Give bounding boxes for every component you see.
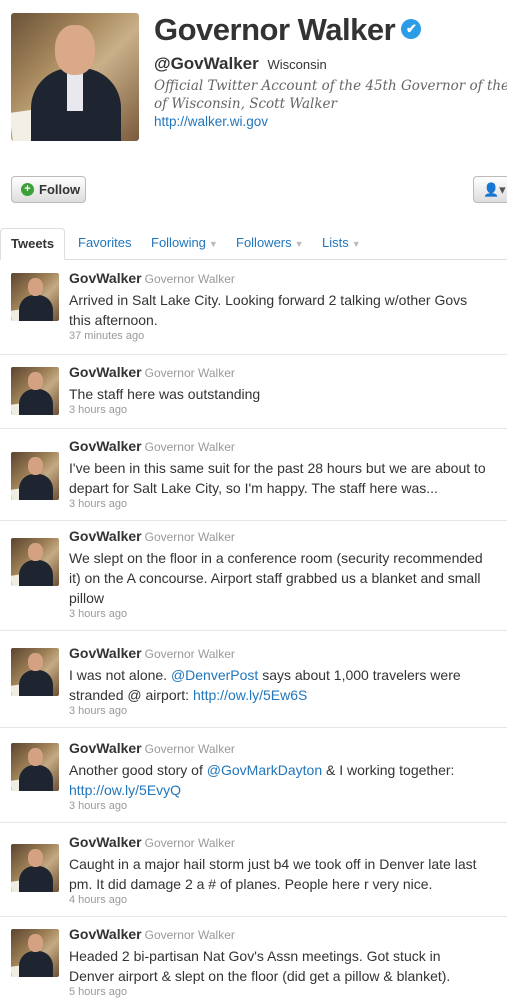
tweet-text: Caught in a major hail storm just b4 we … <box>69 856 477 892</box>
chevron-down-icon: ▼ <box>294 239 304 249</box>
tweet-item[interactable]: GovWalker Governor Walker We slept on the… <box>0 528 507 631</box>
tweet-avatar[interactable] <box>11 367 59 415</box>
tweet-username[interactable]: GovWalker Governor Walker <box>69 364 235 380</box>
tweet-username[interactable]: GovWalker Governor Walker <box>69 926 235 942</box>
chevron-down-icon: ▼ <box>351 239 361 249</box>
tweet-item[interactable]: GovWalker Governor Walker I was not alone… <box>0 645 507 728</box>
tweet-timestamp[interactable]: 3 hours ago <box>69 498 127 510</box>
tab-following[interactable]: Following ▼ <box>151 228 218 259</box>
tweet-username[interactable]: GovWalker Governor Walker <box>69 740 235 756</box>
plus-icon: + <box>21 183 34 196</box>
tweet-item[interactable]: GovWalker Governor Walker Another good st… <box>0 740 507 823</box>
tab-lists[interactable]: Lists ▼ <box>322 228 361 259</box>
tweet-avatar[interactable] <box>11 929 59 977</box>
tweet-fullname: Governor Walker <box>144 647 235 661</box>
tweet-text: Another good story of @GovMarkDayton & I… <box>69 762 455 798</box>
tweet-username[interactable]: GovWalker Governor Walker <box>69 645 235 661</box>
tweet-item[interactable]: GovWalker Governor Walker The staff here … <box>0 364 507 429</box>
tab-favorites[interactable]: Favorites <box>78 228 131 259</box>
tweet-fullname: Governor Walker <box>144 742 235 756</box>
tweet-item[interactable]: GovWalker Governor Walker I've been in th… <box>0 438 507 521</box>
profile-header: Governor Walker ✔ @GovWalker Wisconsin Of… <box>0 0 507 160</box>
user-actions-button[interactable]: 👤▾ <box>473 176 507 203</box>
tweet-fullname: Governor Walker <box>144 366 235 380</box>
tweet-avatar[interactable] <box>11 844 59 892</box>
tweet-timestamp[interactable]: 5 hours ago <box>69 986 127 998</box>
chevron-down-icon: ▼ <box>208 239 218 249</box>
tweet-timestamp[interactable]: 37 minutes ago <box>69 330 144 342</box>
tweet-fullname: Governor Walker <box>144 836 235 850</box>
tweet-avatar[interactable] <box>11 743 59 791</box>
tweet-timestamp[interactable]: 4 hours ago <box>69 894 127 906</box>
tweet-avatar[interactable] <box>11 538 59 586</box>
tweet-item[interactable]: GovWalker Governor Walker Headed 2 bi-par… <box>0 926 507 1001</box>
tweet-username[interactable]: GovWalker Governor Walker <box>69 270 235 286</box>
profile-location: Wisconsin <box>267 57 327 72</box>
follow-button[interactable]: + Follow <box>11 176 86 203</box>
profile-avatar[interactable] <box>11 13 139 141</box>
tweet-text: We slept on the floor in a conference ro… <box>69 550 483 606</box>
tab-followers[interactable]: Followers ▼ <box>236 228 304 259</box>
tweet-username[interactable]: GovWalker Governor Walker <box>69 834 235 850</box>
person-dropdown-icon: 👤▾ <box>483 182 506 197</box>
url-link[interactable]: http://ow.ly/5Ew6S <box>193 687 307 703</box>
tweet-fullname: Governor Walker <box>144 928 235 942</box>
mention-link[interactable]: @GovMarkDayton <box>207 762 322 778</box>
tweet-avatar[interactable] <box>11 452 59 500</box>
profile-name: Governor Walker ✔ <box>154 12 422 48</box>
tweet-fullname: Governor Walker <box>144 530 235 544</box>
tweet-timestamp[interactable]: 3 hours ago <box>69 705 127 717</box>
tweet-text: The staff here was outstanding <box>69 386 261 402</box>
mention-link[interactable]: @DenverPost <box>171 667 258 683</box>
tweet-timestamp[interactable]: 3 hours ago <box>69 608 127 620</box>
tweet-timestamp[interactable]: 3 hours ago <box>69 800 127 812</box>
profile-url-link[interactable]: http://walker.wi.gov <box>154 114 268 129</box>
tweet-text: I've been in this same suit for the past… <box>69 460 486 496</box>
tweet-avatar[interactable] <box>11 273 59 321</box>
tweet-avatar[interactable] <box>11 648 59 696</box>
tweet-fullname: Governor Walker <box>144 440 235 454</box>
tweet-text: I was not alone. @DenverPost says about … <box>69 667 461 703</box>
tweet-item[interactable]: GovWalker Governor Walker Arrived in Salt… <box>0 270 507 355</box>
tweet-item[interactable]: GovWalker Governor Walker Caught in a maj… <box>0 834 507 917</box>
tweet-fullname: Governor Walker <box>144 272 235 286</box>
tweet-username[interactable]: GovWalker Governor Walker <box>69 528 235 544</box>
verified-badge-icon: ✔ <box>401 18 422 39</box>
tweet-username[interactable]: GovWalker Governor Walker <box>69 438 235 454</box>
tweet-text: Arrived in Salt Lake City. Looking forwa… <box>69 292 468 328</box>
url-link[interactable]: http://ow.ly/5EvyQ <box>69 782 181 798</box>
profile-bio: Official Twitter Account of the 45th Gov… <box>154 78 507 112</box>
profile-tabs: Tweets Favorites Following ▼ Followers ▼ L… <box>0 228 507 260</box>
tab-tweets[interactable]: Tweets <box>0 228 66 260</box>
tweet-timestamp[interactable]: 3 hours ago <box>69 404 127 416</box>
profile-handle: @GovWalker Wisconsin <box>154 54 327 73</box>
tweet-text: Headed 2 bi-partisan Nat Gov's Assn meet… <box>69 948 451 984</box>
